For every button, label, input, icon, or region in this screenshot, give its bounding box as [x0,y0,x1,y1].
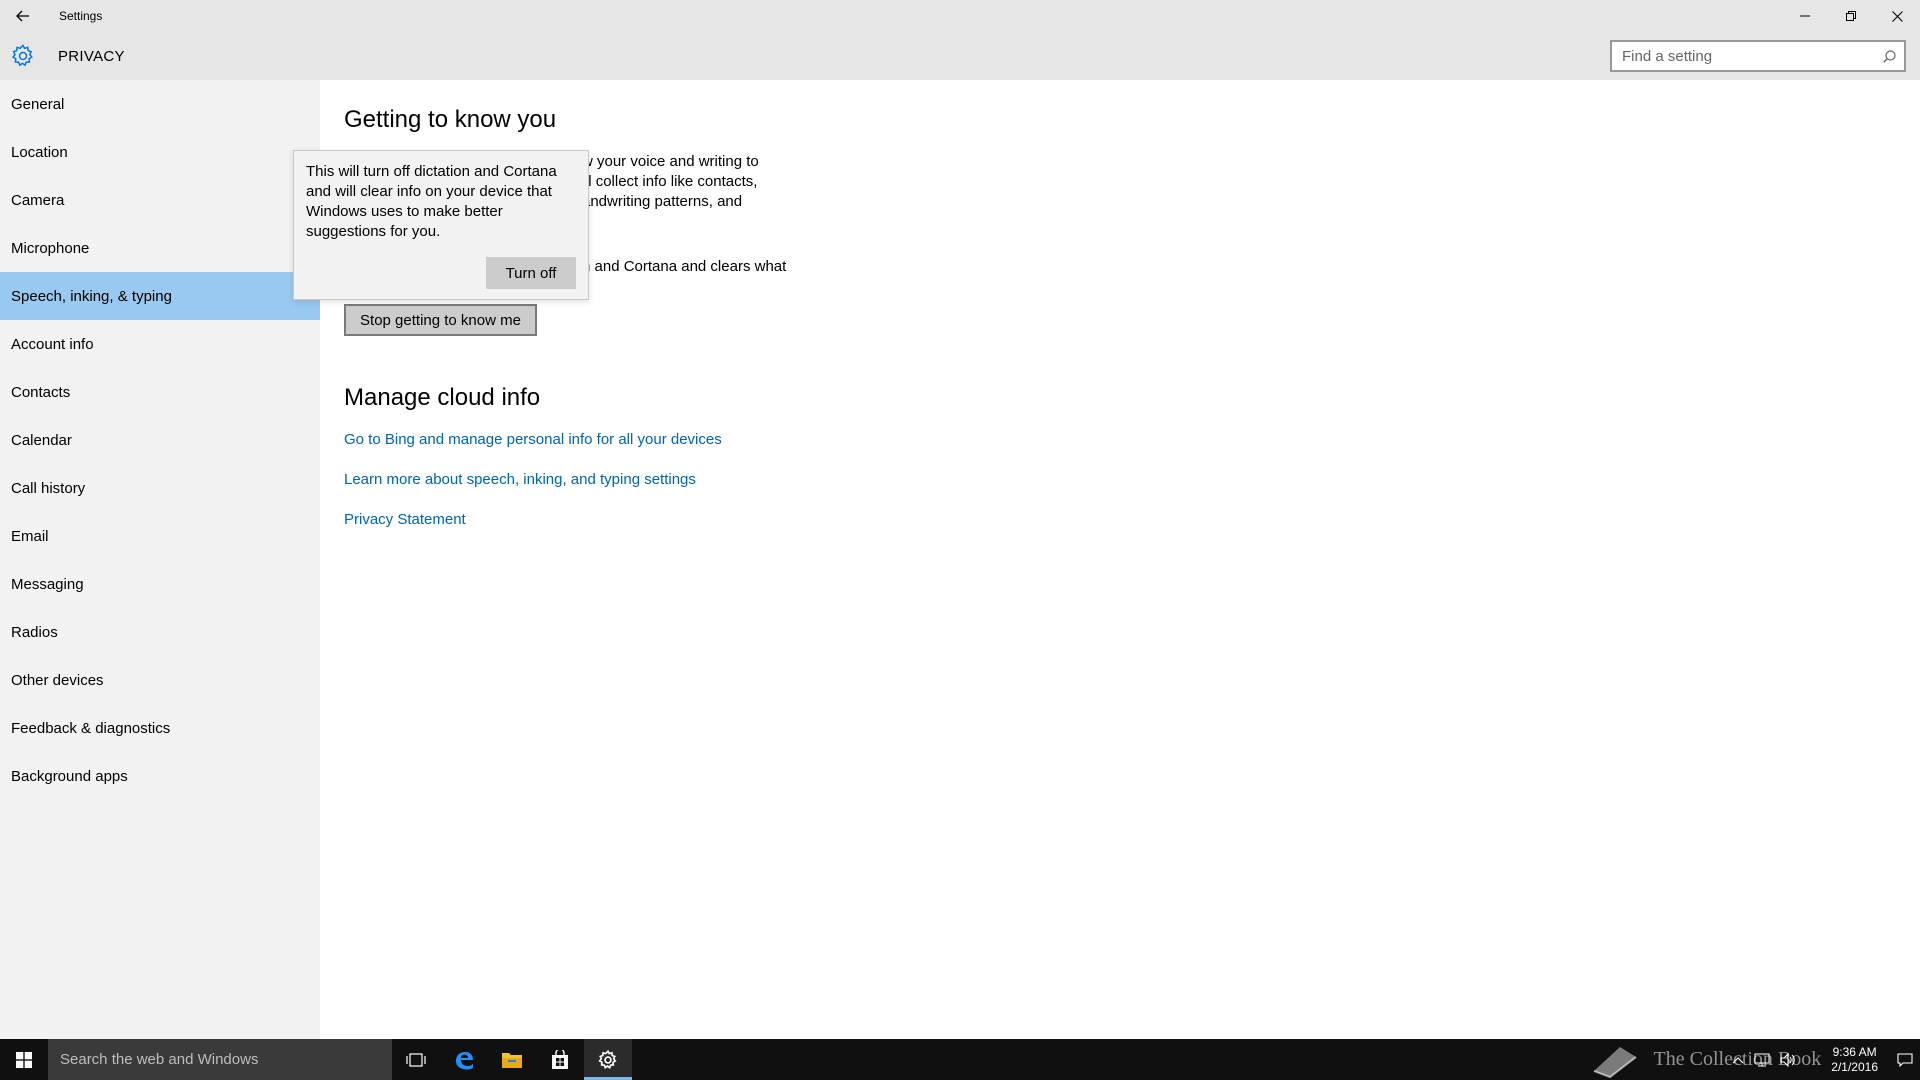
back-arrow-icon [16,10,29,22]
title-bar: Settings [0,0,1920,32]
settings-gear-icon [598,1049,617,1069]
settings-search[interactable] [1610,40,1906,72]
folder-icon [502,1052,522,1068]
clock-date: 2/1/2016 [1831,1059,1878,1074]
sidebar-item-other-devices[interactable]: Other devices [0,656,320,704]
windows-logo-icon [16,1051,32,1068]
sidebar-item-microphone[interactable]: Microphone [0,224,320,272]
sidebar-item-calendar[interactable]: Calendar [0,416,320,464]
volume-icon[interactable] [1780,1052,1796,1067]
system-tray: The Collection Book 9:36 AM 2/1/2016 [1590,1039,1920,1080]
restore-button[interactable] [1828,0,1874,32]
network-icon[interactable] [1754,1053,1770,1067]
task-view-button[interactable] [392,1039,440,1080]
search-input[interactable] [1612,42,1874,70]
file-explorer-button[interactable] [488,1039,536,1080]
sidebar-item-email[interactable]: Email [0,512,320,560]
window-controls [1782,0,1920,32]
minimize-button[interactable] [1782,0,1828,32]
gear-icon [11,44,33,67]
page-title: PRIVACY [58,47,125,65]
store-button[interactable] [536,1039,584,1080]
sidebar-item-background-apps[interactable]: Background apps [0,752,320,800]
task-view-icon [406,1052,426,1067]
taskbar-search[interactable]: Search the web and Windows [48,1039,392,1080]
sidebar-item-contacts[interactable]: Contacts [0,368,320,416]
privacy-statement-link[interactable]: Privacy Statement [344,511,466,528]
settings-taskbar-button[interactable] [584,1039,632,1080]
sidebar-item-location[interactable]: Location [0,128,320,176]
sidebar-item-speech-inking-typing[interactable]: Speech, inking, & typing [0,272,320,320]
sidebar: General Location Camera Microphone Speec… [0,80,320,1039]
settings-header: PRIVACY [0,32,1920,80]
edge-browser-button[interactable] [440,1039,488,1080]
restore-icon [1846,11,1856,21]
store-icon [552,1049,568,1069]
sidebar-item-call-history[interactable]: Call history [0,464,320,512]
learn-more-link[interactable]: Learn more about speech, inking, and typ… [344,471,696,488]
minimize-icon [1800,15,1810,17]
clock-time: 9:36 AM [1832,1044,1877,1059]
taskbar: Search the web and Windows The Collectio… [0,1039,1920,1080]
description-paragraph: w your voice and writing to 'll collect … [582,153,759,210]
sidebar-item-camera[interactable]: Camera [0,176,320,224]
flyout-message: This will turn off dictation and Cortana… [306,163,557,240]
window-title: Settings [59,9,103,23]
description-paragraph-2: n and Cortana and clears what [582,258,787,275]
tray-icons [1732,1052,1796,1067]
sidebar-item-account-info[interactable]: Account info [0,320,320,368]
start-button[interactable] [0,1039,48,1080]
close-button[interactable] [1874,0,1920,32]
sidebar-item-feedback-diagnostics[interactable]: Feedback & diagnostics [0,704,320,752]
sidebar-item-radios[interactable]: Radios [0,608,320,656]
chevron-up-icon[interactable] [1732,1056,1744,1064]
back-button[interactable] [0,0,46,32]
action-center-button[interactable] [1890,1039,1920,1080]
notification-icon [1897,1052,1913,1067]
sidebar-item-messaging[interactable]: Messaging [0,560,320,608]
taskbar-clock[interactable]: 9:36 AM 2/1/2016 [1831,1045,1878,1075]
bing-personal-info-link[interactable]: Go to Bing and manage personal info for … [344,431,722,448]
turn-off-flyout: This will turn off dictation and Cortana… [293,150,589,300]
section-title-getting-to-know-you: Getting to know you [344,106,557,133]
close-icon [1891,10,1903,22]
turn-off-button[interactable]: Turn off [486,257,576,289]
search-icon[interactable] [1874,49,1904,63]
edge-icon [456,1051,473,1069]
book-icon [1593,1046,1637,1078]
section-title-manage-cloud-info: Manage cloud info [344,384,541,411]
stop-getting-to-know-me-button[interactable]: Stop getting to know me [344,304,537,336]
sidebar-item-general[interactable]: General [0,80,320,128]
